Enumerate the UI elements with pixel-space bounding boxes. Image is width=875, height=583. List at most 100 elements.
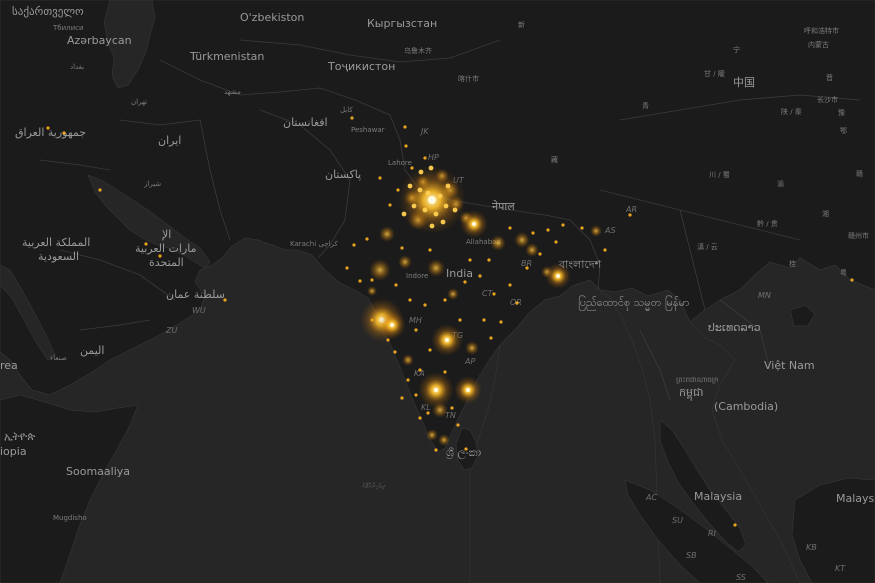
label-mashhad: مشهد [224,88,241,96]
label-saudi-1: المملكة العربية [22,236,90,249]
code-mn: MN [758,291,771,300]
hotspot-point [365,237,369,241]
hotspot-point [393,350,397,354]
hotspot-glow [490,235,506,251]
hotspot-point [370,278,374,282]
label-turkmenistan: Türkmenistan [189,50,264,63]
label-yemen: اليمن [80,344,104,357]
label-baghdad: بغداد [70,63,84,71]
label-guizhou: 黔 / 贵 [757,219,778,228]
label-pakistan: پاکستان [325,168,361,181]
code-su: SU [672,516,683,525]
hotspot-core [390,323,394,327]
hotspot-point [440,219,446,225]
hotspot-glow [379,226,395,242]
hotspot-point [428,248,432,252]
hotspot-point [525,266,529,270]
code-ri: RI [708,529,717,538]
code-ar: AR [625,205,637,214]
label-yunnan: 滇 / 云 [697,242,718,251]
hotspot-point [508,226,512,230]
hotspot-core [433,387,439,393]
hotspot-glow [590,225,602,237]
hotspot-point [456,423,460,427]
hotspot-point [458,318,462,322]
hotspot-point [628,213,632,217]
label-jiangxi: 赣 [856,169,863,178]
hotspot-point [603,248,607,252]
label-lahore: Lahore [388,159,412,167]
label-azerbaijan: Azərbaycan [67,34,132,47]
hotspot-glow [426,429,438,441]
hotspot-point [403,125,407,129]
hotspot-point [850,278,854,282]
hotspot-point [394,283,398,287]
label-sanaa: صنعاء [50,354,67,362]
hotspot-point [406,378,410,382]
hotspot-core [472,222,476,226]
label-ningxia: 宁 [733,45,740,54]
hotspot-point [546,228,550,232]
label-tehran: تهران [131,98,147,106]
label-chongqing: 渝 [777,179,784,188]
map-canvas[interactable]: საქართველო O'zbekiston Кыргызстан 新 Azər… [0,0,875,583]
label-kabul: كابل [340,106,353,114]
hotspot-point [429,223,435,229]
label-karachi: Karachi کراچی [290,240,338,248]
hotspot-point [418,169,424,175]
label-saudi-2: السعودية [38,250,79,263]
hotspot-point [223,298,227,302]
hotspot-point [425,190,431,196]
hotspot-point [443,298,447,302]
hotspot-point [489,336,493,340]
hotspot-point [443,203,449,209]
hotspot-point [482,318,486,322]
label-kyrgyzstan: Кыргызстан [367,17,437,30]
hotspot-point [414,328,418,332]
hotspot-point [487,258,491,262]
hotspot-point [414,393,418,397]
hotspot-point [352,243,356,247]
label-henan: 豫 [838,108,845,117]
label-tajikistan: Тоҷикистон [327,60,395,73]
label-mogadishu: Mugdisho [53,514,87,522]
hotspot-point [561,223,565,227]
hotspot-point [450,406,454,410]
hotspot-point [437,193,443,199]
hotspot-point [554,240,558,244]
hotspot-point [423,303,427,307]
label-afghanistan: افغانستان [283,116,328,129]
code-ss: SS [736,573,746,582]
hotspot-glow [447,288,459,300]
hotspot-glow [398,255,412,269]
hotspot-point [733,523,737,527]
hotspot-point [358,279,362,283]
label-guangxi: 桂 [789,259,796,268]
label-malaysia-1: Malaysia [694,490,742,503]
hotspot-point [515,301,519,305]
hotspot-point [418,368,422,372]
hotspot-point [378,176,382,180]
hotspot-point [580,226,584,230]
hotspot-point [443,370,447,374]
hotspot-point [417,187,423,193]
hotspot-glow [367,286,377,296]
label-peshawar: Peshawar [351,126,385,134]
hotspot-point [478,274,482,278]
hotspot-point [422,207,428,213]
hotspot-point [404,144,408,148]
label-uae-1: الإ [162,228,171,241]
label-cambodia-1: ព្រះរាជាណាចក្រ [676,376,718,384]
hotspot-point [538,252,542,256]
label-oman: سلطنة عمان [166,288,225,301]
label-georgia: საქართველო [12,5,84,18]
hotspot-point [464,447,468,451]
hotspot-point [401,211,407,217]
label-nepal: नेपाल [492,200,515,213]
label-kashgar: 喀什市 [458,74,479,83]
label-cambodia-3: (Cambodia) [714,400,778,413]
hotspot-core [427,195,437,205]
label-sichuan: 川 / 蜀 [709,171,730,179]
code-sb: SB [686,551,697,560]
label-india: India [446,267,473,280]
